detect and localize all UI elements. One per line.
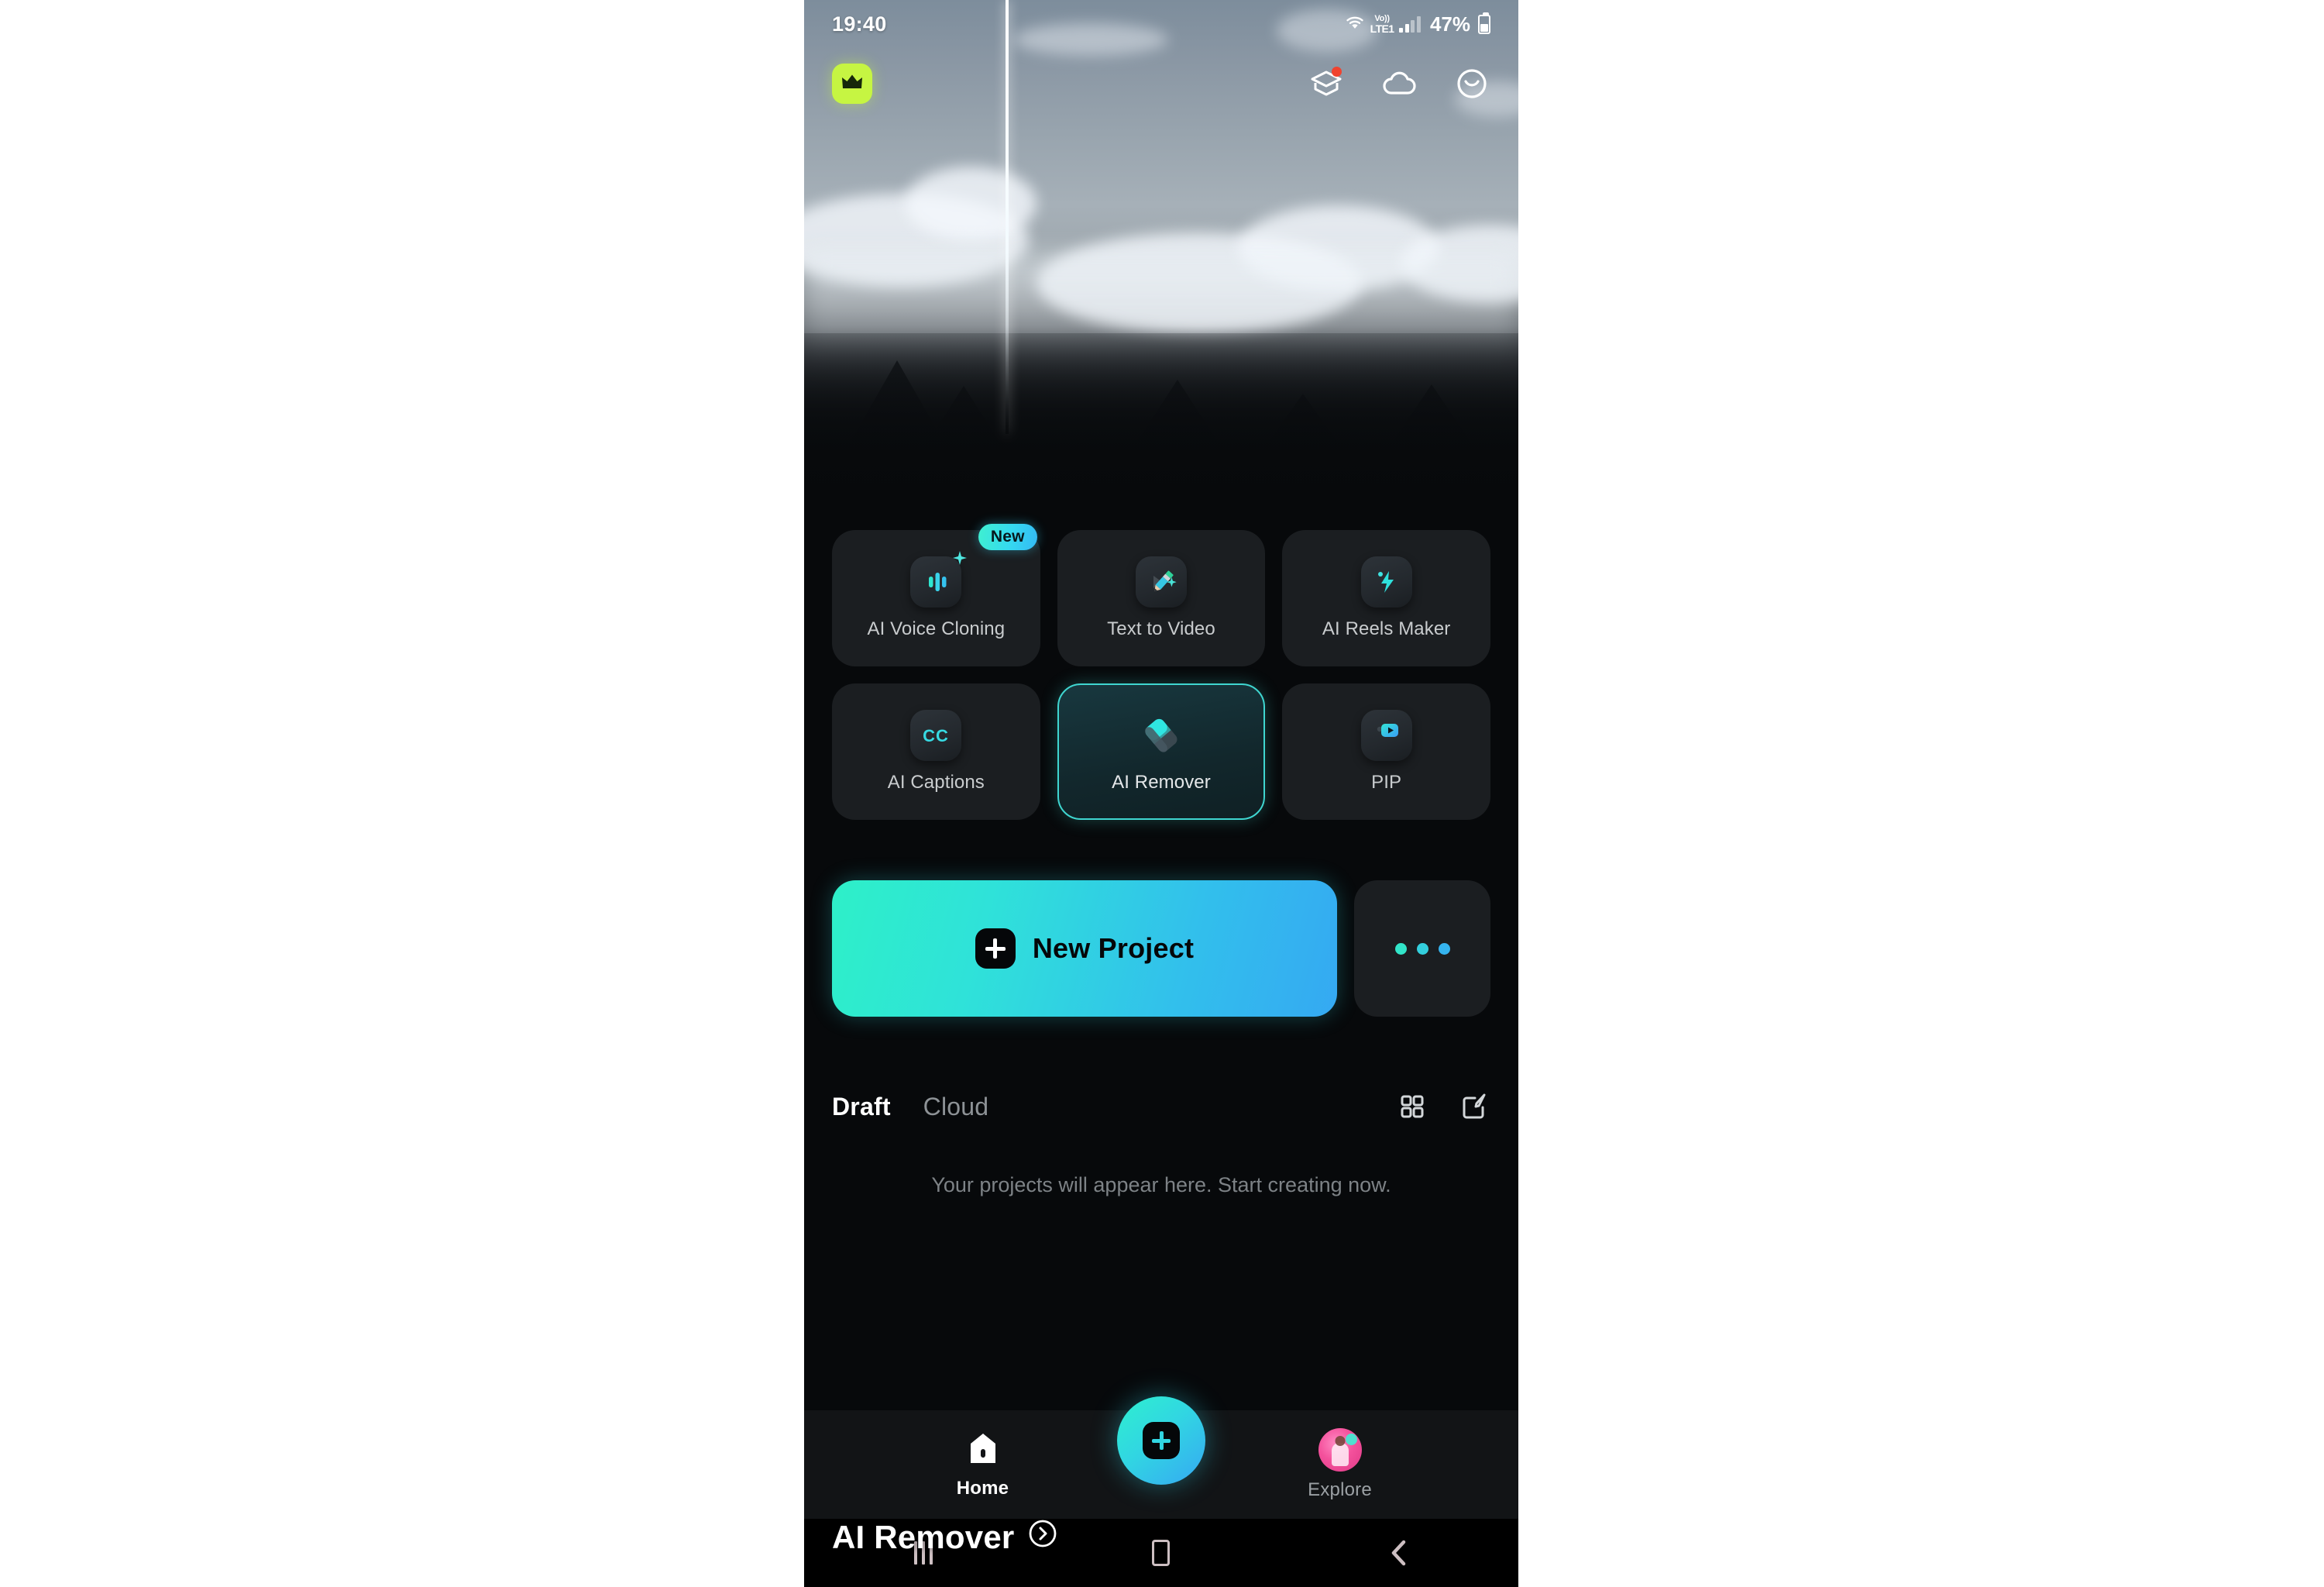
volte-top-text: Vo)) (1374, 13, 1390, 23)
chevron-right-circle-icon[interactable] (1028, 1519, 1057, 1556)
back-chevron-icon[interactable] (1353, 1530, 1446, 1576)
hero-title-text: AI Remover (832, 1519, 1015, 1555)
empty-state-message: Your projects will appear here. Start cr… (931, 1173, 1391, 1196)
pencil-video-icon (1135, 556, 1187, 608)
feature-tile-label: PIP (1371, 772, 1402, 793)
screenshot-canvas: 19:40 Vo)) LTE1 47% AI Remover New AI Vo… (0, 0, 2324, 1587)
feature-tile-pip[interactable]: PIP (1282, 683, 1490, 820)
home-icon (967, 1430, 999, 1470)
tab-cloud[interactable]: Cloud (923, 1093, 989, 1121)
battery-percent: 47% (1429, 12, 1470, 36)
notification-badge (1332, 67, 1342, 77)
volte-bottom-text: LTE1 (1370, 22, 1394, 35)
tab-draft[interactable]: Draft (832, 1093, 891, 1121)
avatar-accent-dot (1345, 1434, 1357, 1445)
feature-tile-ai-reels-maker[interactable]: AI Reels Maker (1282, 530, 1490, 666)
plus-icon (1143, 1422, 1180, 1459)
new-project-label: New Project (1032, 932, 1195, 964)
profile-button[interactable] (1453, 65, 1490, 102)
project-tabs: Draft Cloud (832, 1093, 988, 1121)
project-tab-icons (1396, 1090, 1490, 1123)
avatar-head (1335, 1436, 1345, 1447)
more-options-button[interactable] (1354, 880, 1490, 1017)
feature-tile-label: AI Captions (887, 772, 985, 793)
voice-waveform-icon (910, 551, 968, 608)
create-fab-button[interactable] (1117, 1396, 1205, 1485)
battery-icon (1478, 12, 1490, 34)
status-system-icons: Vo)) LTE1 47% (1345, 12, 1490, 36)
nav-label-home: Home (956, 1477, 1009, 1499)
feature-grid: New AI Voice Cloning Text to Video AI Re… (804, 524, 1518, 820)
feature-tile-label: AI Remover (1112, 772, 1211, 793)
avatar-thumbnail (1318, 1428, 1362, 1472)
feature-tile-label: AI Reels Maker (1322, 618, 1451, 639)
feature-tile-text-to-video[interactable]: Text to Video (1057, 530, 1266, 666)
nav-item-home[interactable]: Home (906, 1430, 1061, 1499)
hero-title-link[interactable]: AI Remover (832, 1519, 1057, 1556)
bottom-navigation: Home Explore (804, 1396, 1518, 1519)
cc-icon: CC (910, 710, 962, 761)
hero-gradient-overlay (804, 325, 1518, 511)
more-dot (1438, 942, 1450, 955)
status-clock: 19:40 (832, 12, 887, 36)
wifi-icon (1345, 14, 1365, 35)
grid-view-icon[interactable] (1396, 1090, 1428, 1123)
svg-text:CC: CC (923, 726, 949, 745)
plus-icon (975, 928, 1016, 969)
phone-screen: 19:40 Vo)) LTE1 47% AI Remover New AI Vo… (804, 0, 1518, 1587)
avatar-body (1331, 1443, 1349, 1467)
cloud-button[interactable] (1380, 65, 1418, 102)
feature-tile-label: AI Voice Cloning (867, 618, 1006, 639)
lightning-bolt-icon (1360, 556, 1412, 608)
feature-tile-ai-voice-cloning[interactable]: New AI Voice Cloning (832, 524, 1040, 666)
sparkle-icon (953, 551, 968, 565)
primary-action-row: New Project (804, 880, 1518, 1017)
feature-tile-label: Text to Video (1107, 618, 1215, 639)
tutorial-button[interactable] (1308, 65, 1345, 102)
picture-in-picture-icon (1360, 710, 1412, 761)
feature-tile-ai-captions[interactable]: CC AI Captions (832, 683, 1040, 820)
eraser-icon (1136, 710, 1187, 761)
status-bar: 19:40 Vo)) LTE1 47% (804, 0, 1518, 48)
crown-icon (841, 72, 864, 96)
premium-crown-button[interactable] (832, 64, 872, 104)
cloud-decor (905, 167, 1037, 240)
signal-bars-icon (1399, 15, 1421, 33)
project-tabs-row: Draft Cloud (804, 1069, 1518, 1144)
nav-label-explore: Explore (1308, 1479, 1372, 1500)
edit-square-icon[interactable] (1458, 1090, 1490, 1123)
hero-top-bar (804, 56, 1518, 112)
more-dot (1416, 942, 1428, 955)
nav-item-explore[interactable]: Explore (1263, 1428, 1418, 1501)
volte-indicator: Vo)) LTE1 (1370, 13, 1394, 35)
more-dot (1394, 942, 1407, 955)
home-square-icon[interactable] (1115, 1530, 1208, 1576)
feature-tile-ai-remover[interactable]: AI Remover (1057, 683, 1266, 820)
hero-action-icons (1308, 65, 1490, 102)
new-project-button[interactable]: New Project (832, 880, 1337, 1017)
new-badge: New (978, 524, 1037, 550)
